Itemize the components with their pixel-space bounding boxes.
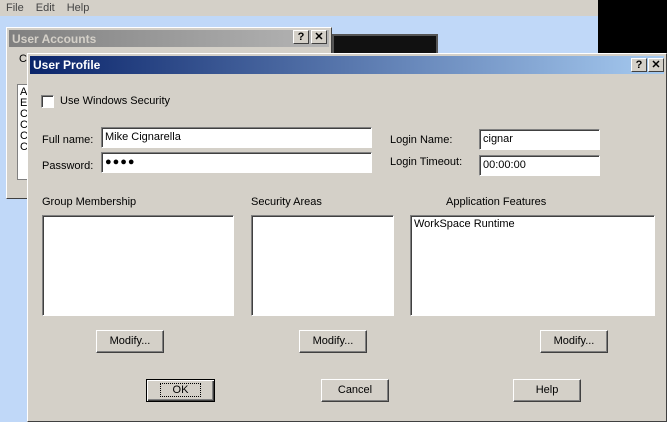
application-features-list[interactable]: WorkSpace Runtime <box>410 215 655 316</box>
user-profile-title: User Profile <box>33 58 101 72</box>
ok-button-label: OK <box>159 383 202 397</box>
user-profile-dialog: User Profile ? ✕ Use Windows Security Fu… <box>27 53 667 422</box>
full-name-label: Full name: <box>42 134 94 146</box>
group-membership-label: Group Membership <box>42 196 137 208</box>
application-features-label: Application Features <box>446 196 547 208</box>
background-black-region <box>598 0 667 56</box>
modify-application-features-button[interactable]: Modify... <box>540 330 608 353</box>
close-icon: ✕ <box>651 59 661 71</box>
user-profile-help-button[interactable]: ? <box>631 58 647 72</box>
use-windows-security-checkbox[interactable] <box>41 95 54 108</box>
question-icon: ? <box>297 31 305 43</box>
full-name-input[interactable]: Mike Cignarella <box>101 127 372 148</box>
app-menubar: File Edit Help <box>0 0 598 16</box>
close-icon: ✕ <box>314 31 324 43</box>
ok-button[interactable]: OK <box>146 379 215 402</box>
security-areas-label: Security Areas <box>251 196 322 208</box>
security-areas-list[interactable] <box>251 215 394 316</box>
login-name-input[interactable]: cignar <box>479 129 600 150</box>
user-accounts-help-button[interactable]: ? <box>293 30 309 44</box>
help-button[interactable]: Help <box>513 379 581 402</box>
user-accounts-titlebar[interactable]: User Accounts <box>9 30 329 47</box>
modify-security-areas-button[interactable]: Modify... <box>299 330 367 353</box>
question-icon: ? <box>635 59 643 71</box>
user-profile-close-button[interactable]: ✕ <box>648 58 664 72</box>
menu-edit[interactable]: Edit <box>36 2 55 14</box>
login-name-label: Login Name: <box>390 134 453 146</box>
password-label: Password: <box>42 160 94 172</box>
user-accounts-close-button[interactable]: ✕ <box>311 30 327 44</box>
group-membership-list[interactable] <box>42 215 234 316</box>
modify-group-membership-button[interactable]: Modify... <box>96 330 164 353</box>
user-accounts-label: C <box>19 53 27 65</box>
list-item[interactable]: WorkSpace Runtime <box>414 218 651 230</box>
login-timeout-label: Login Timeout: <box>390 156 463 168</box>
menu-file[interactable]: File <box>6 2 24 14</box>
cancel-button[interactable]: Cancel <box>321 379 389 402</box>
user-accounts-title: User Accounts <box>12 31 97 46</box>
user-profile-titlebar[interactable]: User Profile <box>30 56 664 74</box>
use-windows-security-label: Use Windows Security <box>60 95 171 107</box>
menu-help[interactable]: Help <box>67 2 90 14</box>
password-input[interactable]: ●●●● <box>101 152 372 173</box>
login-timeout-input[interactable]: 00:00:00 <box>479 155 600 176</box>
